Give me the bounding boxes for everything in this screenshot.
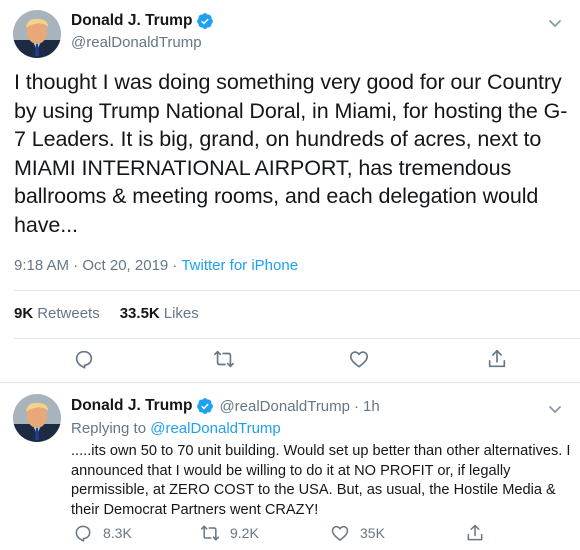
reply-button[interactable]: 8.3K xyxy=(73,522,132,544)
author-handle[interactable]: @realDonaldTrump xyxy=(71,34,202,51)
like-icon[interactable] xyxy=(348,348,370,370)
retweets-stat[interactable]: 9K Retweets xyxy=(14,305,100,322)
share-icon[interactable] xyxy=(486,348,508,370)
verified-badge-icon xyxy=(196,12,214,30)
verified-badge-icon xyxy=(196,397,214,415)
tweet-actions: 8.3K 9.2K 35K xyxy=(71,522,571,544)
replying-mention-link[interactable]: @realDonaldTrump xyxy=(150,420,281,437)
tweet-actions xyxy=(0,348,580,376)
main-tweet: Donald J. Trump @realDonaldTrump I thoug… xyxy=(0,0,580,383)
avatar-image xyxy=(13,394,61,442)
divider xyxy=(14,290,580,291)
tweet-timestamp[interactable]: 1h xyxy=(363,398,380,415)
retweets-label: Retweets xyxy=(37,305,100,322)
tweet-text: .....its own 50 to 70 unit building. Wou… xyxy=(71,443,571,518)
reply-icon xyxy=(75,525,91,542)
likes-count: 33.5K xyxy=(119,305,160,322)
tweet-timestamp[interactable]: 9:18 AM · Oct 20, 2019 xyxy=(14,257,168,274)
like-icon xyxy=(331,525,349,541)
share-button[interactable] xyxy=(465,522,495,544)
likes-label: Likes xyxy=(163,305,199,322)
meta-separator: · xyxy=(354,397,359,415)
chevron-down-icon[interactable] xyxy=(546,14,564,32)
replying-to: Replying to @realDonaldTrump xyxy=(71,420,281,437)
like-button[interactable]: 35K xyxy=(330,522,385,544)
author-handle[interactable]: @realDonaldTrump xyxy=(219,398,350,415)
retweet-icon xyxy=(200,525,220,541)
tweet-stats: 9K Retweets 33.5K Likes xyxy=(14,305,199,322)
display-name[interactable]: Donald J. Trump xyxy=(71,397,192,415)
author-name-line: Donald J. Trump @realDonaldTrump · 1h xyxy=(71,397,380,415)
tweet-text: I thought I was doing something very goo… xyxy=(14,70,568,237)
retweet-button[interactable]: 9.2K xyxy=(200,522,259,544)
tweet-source[interactable]: Twitter for iPhone xyxy=(181,257,298,274)
share-icon xyxy=(467,524,483,541)
reply-icon[interactable] xyxy=(73,348,95,370)
author-name-line: Donald J. Trump xyxy=(71,12,214,30)
meta-separator: · xyxy=(168,257,182,274)
divider xyxy=(14,338,580,339)
avatar-image xyxy=(13,10,61,58)
replying-prefix: Replying to xyxy=(71,420,151,437)
like-count: 35K xyxy=(360,525,385,541)
retweets-count: 9K xyxy=(14,305,34,322)
avatar[interactable] xyxy=(13,394,61,442)
display-name[interactable]: Donald J. Trump xyxy=(71,12,192,30)
likes-stat[interactable]: 33.5K Likes xyxy=(120,305,199,322)
reply-count: 8.3K xyxy=(103,525,132,541)
reply-tweet[interactable]: Donald J. Trump @realDonaldTrump · 1h Re… xyxy=(0,384,580,550)
tweet-meta: 9:18 AM · Oct 20, 2019 · Twitter for iPh… xyxy=(14,257,298,274)
retweet-icon[interactable] xyxy=(213,348,235,370)
chevron-down-icon[interactable] xyxy=(546,400,564,418)
avatar[interactable] xyxy=(13,10,61,58)
retweet-count: 9.2K xyxy=(230,525,259,541)
